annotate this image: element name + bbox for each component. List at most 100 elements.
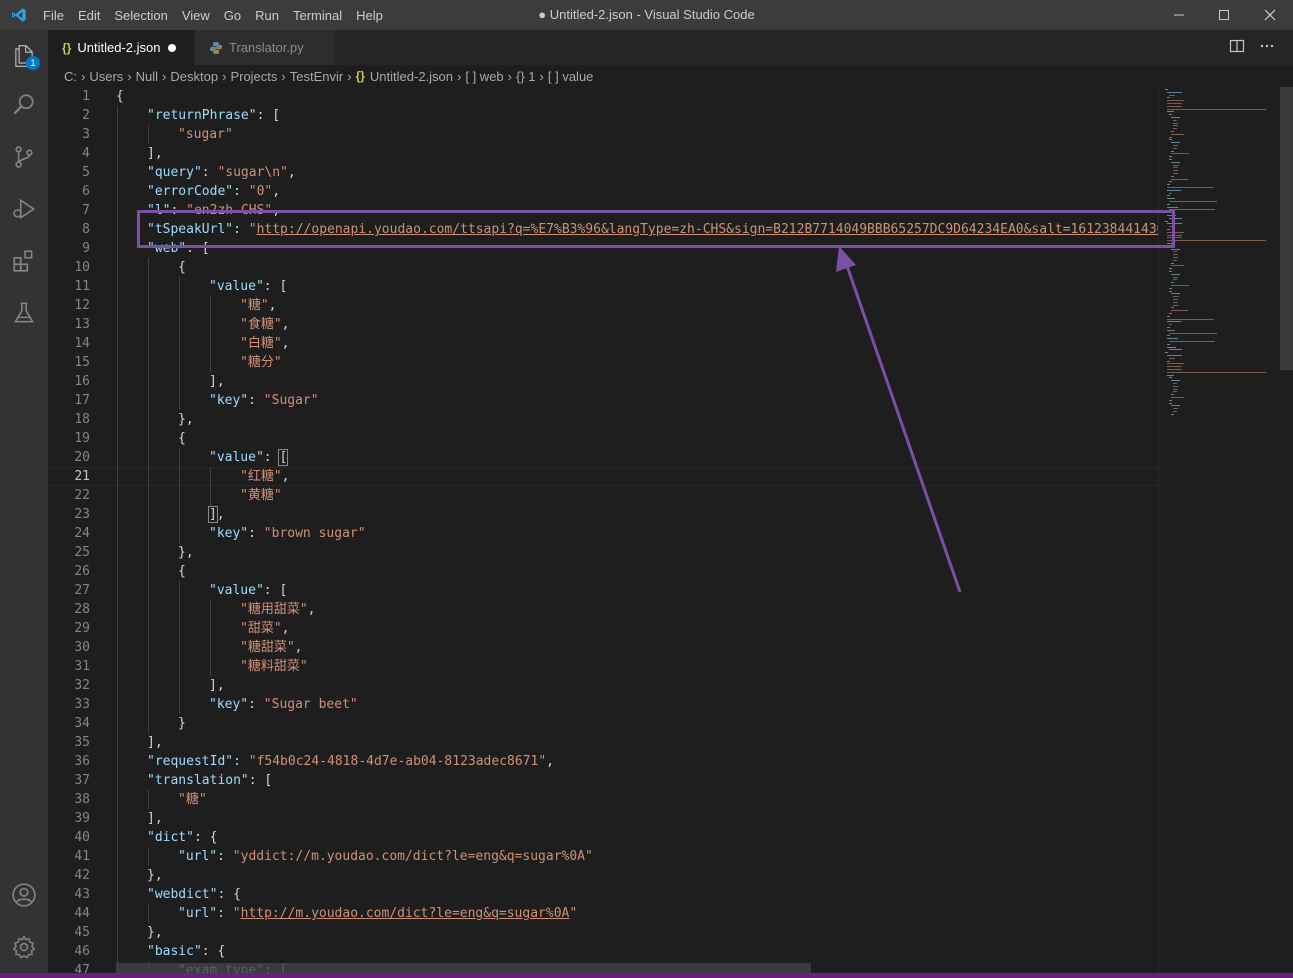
- code-line[interactable]: 36 "requestId": "f54b0c24-4818-4d7e-ab04-…: [48, 752, 1158, 771]
- code-line[interactable]: 41 "url": "yddict://m.youdao.com/dict?le=…: [48, 847, 1158, 866]
- code-line[interactable]: 38 "糖": [48, 790, 1158, 809]
- line-number: 11: [74, 279, 90, 294]
- minimap-line: [1167, 374, 1175, 376]
- breadcrumb-item[interactable]: [ ] value: [548, 69, 594, 84]
- code-line[interactable]: 34}: [48, 714, 1158, 733]
- code-line[interactable]: 14 "白糖",: [48, 334, 1158, 353]
- breadcrumb-item[interactable]: {} 1: [516, 69, 536, 84]
- more-actions-button[interactable]: [1259, 38, 1275, 58]
- code-line[interactable]: 23],: [48, 505, 1158, 524]
- code-line[interactable]: 25},: [48, 543, 1158, 562]
- code-line[interactable]: 28 "糖用甜菜",: [48, 600, 1158, 619]
- line-number: 1: [82, 89, 90, 104]
- tab-label: Untitled-2.json: [77, 40, 161, 55]
- code-line[interactable]: 12 "糖",: [48, 296, 1158, 315]
- breadcrumb-item[interactable]: Projects: [230, 69, 277, 84]
- accounts-button[interactable]: [0, 871, 48, 919]
- manage-button[interactable]: [0, 923, 48, 971]
- extensions-button[interactable]: [0, 237, 48, 285]
- code-line[interactable]: 27 "value": [: [48, 581, 1158, 600]
- breadcrumb-item[interactable]: Desktop: [170, 69, 218, 84]
- menu-run[interactable]: Run: [248, 8, 286, 23]
- code-line[interactable]: 18},: [48, 410, 1158, 429]
- punctuation: :: [248, 697, 264, 712]
- code-line[interactable]: 3 "sugar": [48, 125, 1158, 144]
- breadcrumb-item[interactable]: TestEnvir: [290, 69, 343, 84]
- code-line[interactable]: 6 "errorCode": "0",: [48, 182, 1158, 201]
- code-line[interactable]: 19 {: [48, 429, 1158, 448]
- code-line[interactable]: 4],: [48, 144, 1158, 163]
- code-line[interactable]: 45},: [48, 923, 1158, 942]
- maximize-button[interactable]: [1201, 0, 1247, 30]
- code-line[interactable]: 11 "value": [: [48, 277, 1158, 296]
- testing-button[interactable]: [0, 289, 48, 337]
- menu-terminal[interactable]: Terminal: [286, 8, 349, 23]
- code-line[interactable]: 44 "url": "http://m.youdao.com/dict?le=en…: [48, 904, 1158, 923]
- code-line[interactable]: 15 "糖分": [48, 353, 1158, 372]
- menu-help[interactable]: Help: [349, 8, 390, 23]
- code-line[interactable]: 17 "key": "Sugar": [48, 391, 1158, 410]
- code-line[interactable]: 21 "红糖",: [48, 467, 1158, 486]
- breadcrumb-item[interactable]: Users: [89, 69, 123, 84]
- code-line[interactable]: 30 "糖甜菜",: [48, 638, 1158, 657]
- menu-file[interactable]: File: [36, 8, 71, 23]
- code-line[interactable]: 37 "translation": [: [48, 771, 1158, 790]
- url-link[interactable]: http://m.youdao.com/dict?le=eng&q=sugar%…: [241, 906, 570, 921]
- close-window-button[interactable]: [1247, 0, 1293, 30]
- code-line[interactable]: 46 "basic": {: [48, 942, 1158, 961]
- breadcrumb-item[interactable]: Null: [136, 69, 158, 84]
- chevron-right-icon: ›: [222, 68, 227, 84]
- minimize-button[interactable]: [1156, 0, 1202, 30]
- code-line[interactable]: 32],: [48, 676, 1158, 695]
- unsaved-dot-icon[interactable]: [168, 43, 177, 52]
- breadcrumb-item[interactable]: [ ] web: [465, 69, 503, 84]
- indent-guide: [179, 296, 180, 315]
- vertical-scrollbar-thumb[interactable]: [1280, 87, 1293, 370]
- code-line[interactable]: 43 "webdict": {: [48, 885, 1158, 904]
- code-text: "key": "Sugar": [209, 391, 319, 410]
- punctuation: :: [217, 849, 233, 864]
- menu-selection[interactable]: Selection: [107, 8, 174, 23]
- code-line[interactable]: 22 "黄糖": [48, 486, 1158, 505]
- split-editor-button[interactable]: [1229, 38, 1245, 58]
- code-line[interactable]: 10 {: [48, 258, 1158, 277]
- code-line[interactable]: 35],: [48, 733, 1158, 752]
- menu-edit[interactable]: Edit: [71, 8, 107, 23]
- code-line[interactable]: 29 "甜菜",: [48, 619, 1158, 638]
- minimap[interactable]: [1158, 87, 1281, 973]
- code-line[interactable]: 31 "糖料甜菜": [48, 657, 1158, 676]
- menu-go[interactable]: Go: [217, 8, 248, 23]
- code-line[interactable]: 42},: [48, 866, 1158, 885]
- indent-guide: [117, 239, 118, 258]
- code-line[interactable]: 40 "dict": {: [48, 828, 1158, 847]
- code-line[interactable]: 39],: [48, 809, 1158, 828]
- run-debug-button[interactable]: [0, 185, 48, 233]
- breadcrumb-item[interactable]: C:: [64, 69, 77, 84]
- indent-guide: [210, 657, 211, 676]
- search-button[interactable]: [0, 81, 48, 129]
- explorer-button[interactable]: 1: [0, 32, 48, 80]
- menu-view[interactable]: View: [175, 8, 217, 23]
- source-control-button[interactable]: [0, 133, 48, 181]
- line-number: 13: [74, 317, 90, 332]
- code-line[interactable]: 26 {: [48, 562, 1158, 581]
- breadcrumb-item[interactable]: Untitled-2.json: [370, 69, 453, 84]
- minimap-line: [1173, 122, 1178, 124]
- minimap-line: [1167, 184, 1170, 186]
- code-line[interactable]: 33 "key": "Sugar beet": [48, 695, 1158, 714]
- tab-untitled-2-json[interactable]: {} Untitled-2.json: [48, 30, 194, 65]
- tab-translator-py[interactable]: Translator.py: [194, 30, 335, 65]
- code-line[interactable]: 13 "食糖",: [48, 315, 1158, 334]
- minimap-line: [1171, 248, 1180, 250]
- code-line[interactable]: 1{: [48, 87, 1158, 106]
- horizontal-scrollbar-thumb[interactable]: [116, 963, 811, 973]
- code-line[interactable]: 2 "returnPhrase": [: [48, 106, 1158, 125]
- tab-bar: {} Untitled-2.json Translator.py: [48, 30, 1293, 65]
- code-line[interactable]: 16],: [48, 372, 1158, 391]
- indent-guide: [117, 733, 118, 752]
- code-line[interactable]: 5 "query": "sugar\n",: [48, 163, 1158, 182]
- code-line[interactable]: 24 "key": "brown sugar": [48, 524, 1158, 543]
- json-file-icon: {}: [355, 69, 365, 83]
- code-line[interactable]: 20 "value": [: [48, 448, 1158, 467]
- indent-guide: [117, 106, 118, 125]
